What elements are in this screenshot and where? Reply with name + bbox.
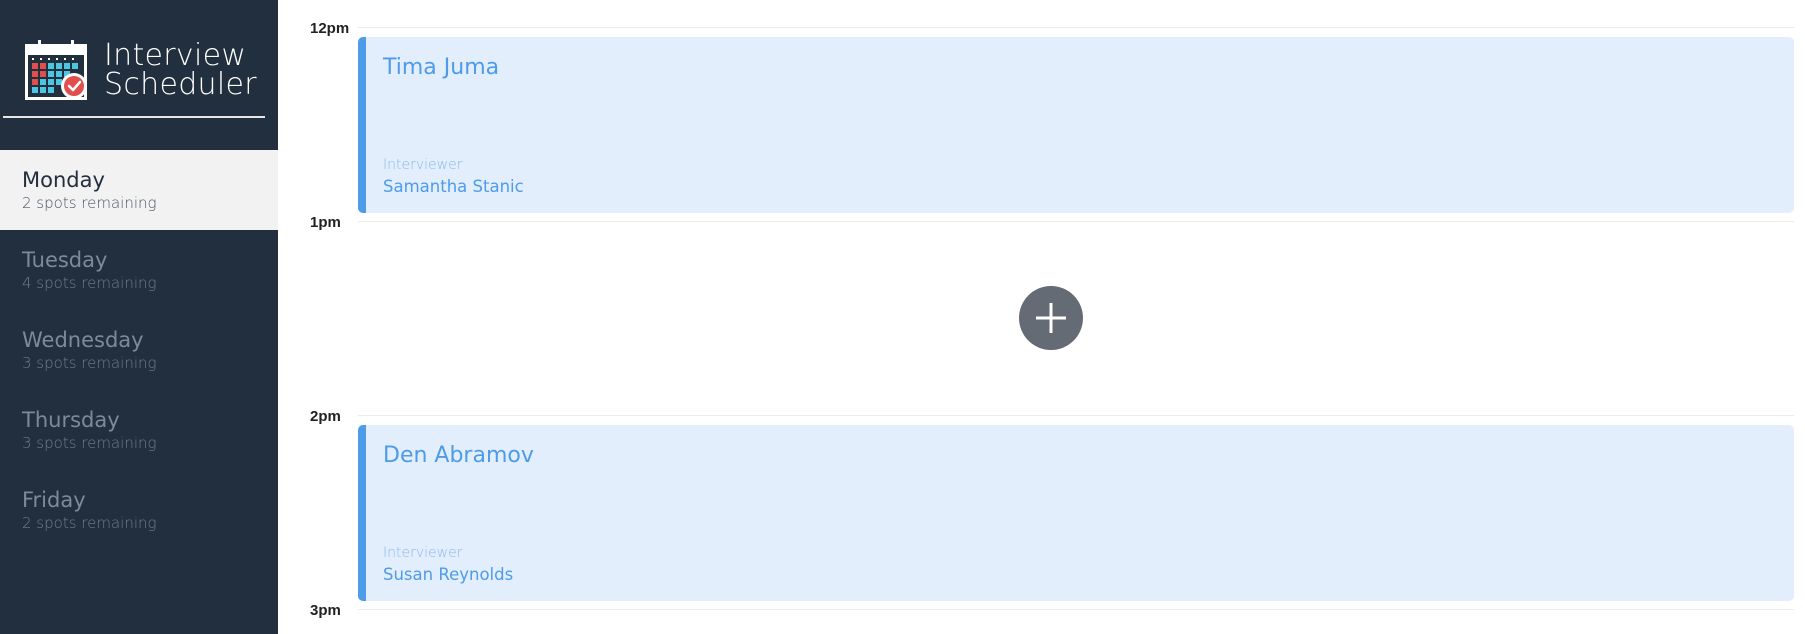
app-title-line2: Scheduler [104, 66, 257, 102]
day-item-wednesday[interactable]: Wednesday 3 spots remaining [0, 310, 278, 390]
schedule: 12pm 1pm 2pm 3pm Tima Juma Interviewer S… [278, 0, 1805, 634]
hour-label-12pm: 12pm [310, 20, 350, 37]
day-name: Monday [22, 168, 105, 192]
brand: Interview Scheduler [0, 0, 278, 118]
day-item-thursday[interactable]: Thursday 3 spots remaining [0, 390, 278, 470]
hour-line [358, 609, 1794, 610]
app-title: Interview Scheduler [104, 37, 257, 102]
hour-label-1pm: 1pm [310, 214, 341, 231]
day-spots: 4 spots remaining [22, 274, 157, 292]
day-name: Tuesday [22, 248, 108, 272]
day-spots: 2 spots remaining [22, 194, 157, 212]
day-name: Wednesday [22, 328, 144, 352]
sidebar: Interview Scheduler Monday 2 spots remai… [0, 0, 278, 634]
day-name: Thursday [22, 408, 120, 432]
day-item-friday[interactable]: Friday 2 spots remaining [0, 470, 278, 550]
interviewer-name: Samantha Stanic [383, 177, 524, 196]
student-name: Den Abramov [383, 443, 534, 468]
plus-icon [1036, 303, 1066, 333]
hour-line [358, 221, 1794, 222]
calendar-check-icon [25, 39, 87, 100]
day-spots: 3 spots remaining [22, 354, 157, 372]
day-name: Friday [22, 488, 86, 512]
day-list: Monday 2 spots remaining Tuesday 4 spots… [0, 150, 278, 550]
hour-label-2pm: 2pm [310, 408, 341, 425]
day-item-tuesday[interactable]: Tuesday 4 spots remaining [0, 230, 278, 310]
app-title-line1: Interview [104, 37, 247, 73]
app: Interview Scheduler Monday 2 spots remai… [0, 0, 1805, 634]
add-appointment-button[interactable] [1019, 286, 1083, 350]
appointment-card[interactable]: Den Abramov Interviewer Susan Reynolds [358, 425, 1794, 601]
sidebar-divider [3, 116, 265, 118]
hour-line [358, 27, 1794, 28]
interviewer-name: Susan Reynolds [383, 565, 514, 584]
appointment-card[interactable]: Tima Juma Interviewer Samantha Stanic [358, 37, 1794, 213]
day-spots: 2 spots remaining [22, 514, 157, 532]
hour-label-3pm: 3pm [310, 602, 341, 619]
interviewer-label: Interviewer [383, 157, 463, 173]
day-spots: 3 spots remaining [22, 434, 157, 452]
hour-line [358, 415, 1794, 416]
student-name: Tima Juma [383, 55, 500, 80]
day-item-monday[interactable]: Monday 2 spots remaining [0, 150, 278, 230]
interviewer-label: Interviewer [383, 545, 463, 561]
